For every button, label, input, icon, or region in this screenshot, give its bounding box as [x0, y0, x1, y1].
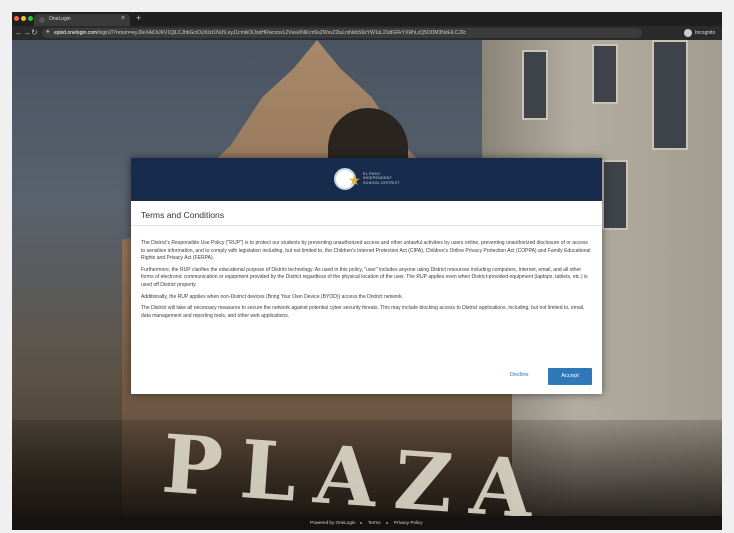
- terms-dialog: ★ EL PASO INDEPENDENT SCHOOL DISTRICT Te…: [131, 158, 602, 394]
- terms-link[interactable]: Terms: [368, 520, 381, 525]
- tab-bar: OneLogin × +: [12, 12, 722, 26]
- star-icon: ★: [348, 172, 361, 188]
- reload-icon[interactable]: ↻: [31, 28, 38, 37]
- minimize-window-button[interactable]: [21, 16, 26, 21]
- url-path: /login2/?return=eyJ0eXAiOiJKV1QiLCJhbGci…: [97, 30, 466, 36]
- back-icon[interactable]: ←: [15, 28, 23, 37]
- accept-button[interactable]: Accept: [548, 368, 592, 385]
- terms-paragraph: Additionally, the RUP applies when non-D…: [141, 293, 404, 300]
- logo-text: EL PASO INDEPENDENT SCHOOL DISTRICT: [363, 172, 401, 185]
- terms-paragraph: The District will take all necessary mea…: [141, 305, 585, 319]
- forward-icon[interactable]: →: [23, 28, 31, 37]
- url-field[interactable]: ● episd.onelogin.com/login2/?return=eyJ0…: [42, 28, 642, 38]
- favicon-icon: [39, 17, 45, 23]
- tab-close-icon[interactable]: ×: [121, 15, 125, 22]
- new-tab-button[interactable]: +: [136, 13, 141, 23]
- privacy-policy-link[interactable]: Privacy Policy: [394, 520, 423, 525]
- terms-paragraph: The District's Responsible Use Policy ("…: [141, 240, 591, 262]
- tab-title: OneLogin: [49, 16, 71, 22]
- lock-icon: ●: [46, 29, 50, 35]
- dialog-header: ★ EL PASO INDEPENDENT SCHOOL DISTRICT: [131, 158, 602, 201]
- incognito-icon[interactable]: [684, 29, 692, 37]
- terms-paragraph: Furthermore, the RUP clarifies the educa…: [141, 266, 588, 288]
- close-window-button[interactable]: [14, 16, 19, 21]
- powered-by-link[interactable]: Powered by OneLogin: [310, 520, 355, 525]
- address-bar-row: ← → ↻ ● episd.onelogin.com/login2/?retur…: [12, 26, 722, 40]
- profile-label[interactable]: Incognito: [695, 30, 715, 36]
- title-divider: [131, 225, 602, 226]
- maximize-window-button[interactable]: [28, 16, 33, 21]
- browser-tab[interactable]: OneLogin ×: [34, 14, 130, 26]
- page-footer: Powered by OneLogin Terms Privacy Policy: [12, 516, 722, 530]
- url-host: episd.onelogin.com: [54, 30, 98, 36]
- browser-window: OneLogin × + ← → ↻ ● episd.onelogin.com/…: [12, 12, 722, 530]
- dialog-title: Terms and Conditions: [141, 210, 225, 220]
- url-text: episd.onelogin.com/login2/?return=eyJ0eX…: [54, 30, 466, 36]
- terms-body: The District's Responsible Use Policy ("…: [141, 240, 593, 324]
- decline-button[interactable]: Decline: [510, 372, 529, 378]
